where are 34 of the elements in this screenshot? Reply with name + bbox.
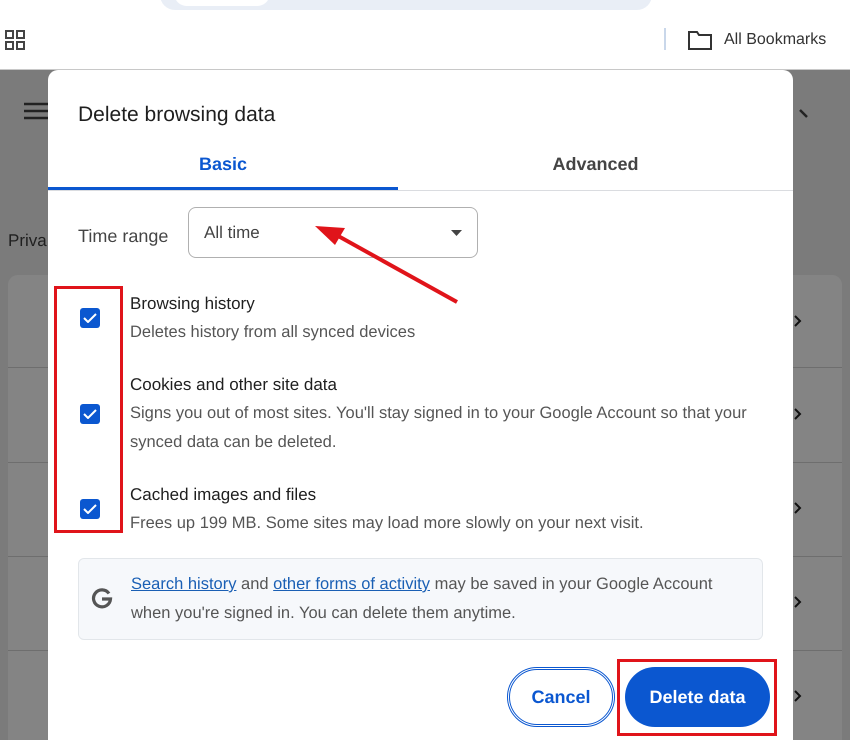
info-text: Search history and other forms of activity may be saved in your Google Account when you're signed in. You can delete them anytime.: [131, 574, 714, 624]
info-link[interactable]: other forms of activity: [273, 575, 430, 593]
option-title: Browsing history: [130, 293, 256, 315]
check-icon: [83, 313, 97, 323]
delete-button[interactable]: Delete data: [625, 667, 770, 727]
tab[interactable]: Advanced: [398, 142, 793, 190]
check-icon: [83, 504, 97, 514]
option-description: Deletes history from all synced devices: [130, 322, 416, 343]
page-heading: Priva: [8, 230, 47, 252]
check-icon: [83, 408, 97, 418]
menu-icon[interactable]: [24, 102, 48, 120]
option-description: Signs you out of most sites. You'll stay signed in to your Google Account so that your synced data can be deleted.: [130, 403, 748, 453]
dropdown-caret-icon: [451, 230, 462, 236]
info-link[interactable]: Search history: [131, 575, 236, 593]
folder-icon: [688, 30, 712, 50]
chevron-icon: [794, 502, 802, 514]
checkbox[interactable]: [80, 499, 100, 519]
chevron-icon: [794, 408, 802, 420]
checkbox[interactable]: [80, 404, 100, 424]
google-g-icon: [91, 588, 113, 610]
time-range-select[interactable]: All time: [188, 207, 478, 258]
option-title: Cached images and files: [130, 484, 318, 506]
cancel-button[interactable]: Cancel: [507, 667, 615, 727]
time-range-label: Time range: [78, 225, 168, 248]
chevron-icon: [794, 596, 802, 608]
apps-grid-icon[interactable]: [5, 30, 25, 50]
option-description: Frees up 199 MB. Some sites may load more slowly on your next visit.: [130, 513, 645, 534]
dialog-title: Delete browsing data: [78, 102, 276, 128]
checkbox[interactable]: [80, 308, 100, 328]
chevron-icon: [794, 315, 802, 327]
tab[interactable]: Basic: [48, 142, 398, 190]
bookmarks-button[interactable]: All Bookmarks: [688, 28, 826, 52]
chevron-icon: [794, 690, 802, 702]
option-title: Cookies and other site data: [130, 374, 338, 396]
